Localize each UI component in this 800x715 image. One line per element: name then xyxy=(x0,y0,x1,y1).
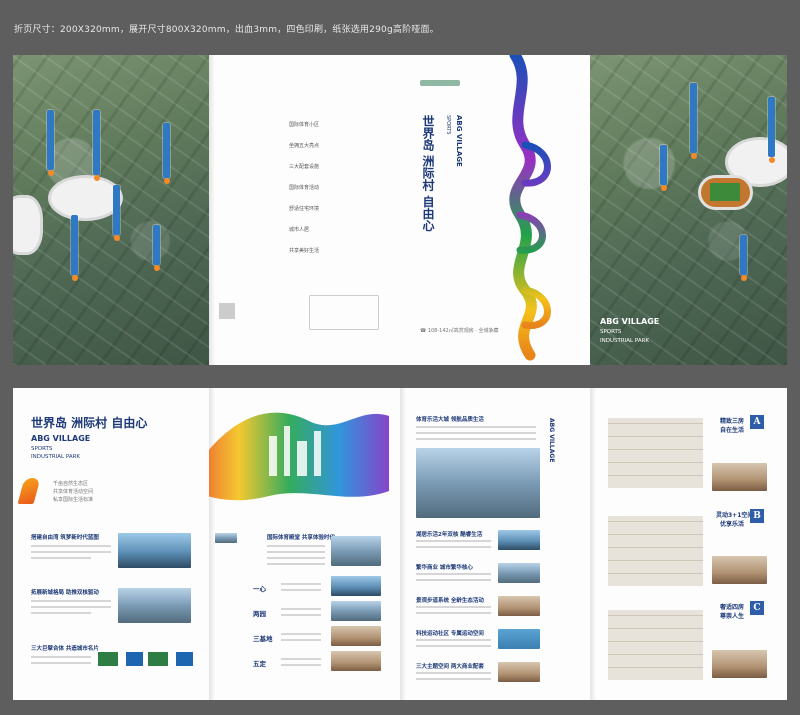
photo-residences xyxy=(416,448,540,518)
location-map-sketch xyxy=(309,295,379,330)
intro-line: 私享国际生活标准 xyxy=(53,497,94,503)
inner-title: 世界岛 洲际村 自由心 xyxy=(31,416,148,430)
mid-row: 两园 xyxy=(253,610,266,618)
photo-row xyxy=(498,563,540,583)
unit-letter: B xyxy=(750,509,764,523)
photo-row xyxy=(331,601,381,621)
splash-art xyxy=(209,412,389,501)
back-cover-brand-sub: SPORTS xyxy=(600,329,622,335)
index-item: 国际体育活动 xyxy=(289,185,320,191)
panel3-brand-vertical: ABG VILLAGE xyxy=(548,418,555,463)
partner-logos xyxy=(98,652,193,666)
right-row-title: 三大主题空间 两大商业配套 xyxy=(416,664,484,670)
index-item: 坐拥五大亮点 xyxy=(289,143,320,149)
right-row-title: 景观步道系统 全龄生态活动 xyxy=(416,598,484,604)
right-row-title: 繁华商业 城市繁华核心 xyxy=(416,565,473,571)
index-item: 共享美好生活 xyxy=(289,248,320,254)
right-row-title: 科技运动社区 专属运动空间 xyxy=(416,631,484,637)
section-title: 三大巨擘合体 共造城市名片 xyxy=(31,646,99,652)
photo-row xyxy=(498,530,540,550)
floor-plan-a xyxy=(608,418,703,488)
back-cover-brand: ABG VILLAGE xyxy=(600,317,660,326)
cover-brand: ABG VILLAGE xyxy=(455,115,463,167)
photo-row xyxy=(331,651,381,671)
ribbon-graphic xyxy=(509,55,551,361)
inside-panel-1: 世界岛 洲际村 自由心 ABG VILLAGE SPORTS INDUSTRIA… xyxy=(13,388,209,700)
index-item: 城市人居 xyxy=(289,227,310,233)
developer-logo xyxy=(420,80,460,86)
runner-figure xyxy=(17,478,41,504)
back-cover-brand-sub2: INDUSTRIAL PARK xyxy=(600,338,650,344)
mid-title: 国际体育殿堂 共享体验时代 xyxy=(267,535,335,541)
cover-title: 世界岛 洲际村 自由心 xyxy=(421,115,435,232)
photo-building xyxy=(331,536,381,566)
cover-aerial-left xyxy=(13,55,209,365)
cover-index-panel: 国际体育小区 坐拥五大亮点 三大配套设施 国际体育活动 舒适住宅环境 城市人居 … xyxy=(209,55,400,365)
index-item: 舒适住宅环境 xyxy=(289,206,320,212)
index-item: 三大配套设施 xyxy=(289,164,320,170)
right-row-title: 湖居乐活2年双核 酷睿生活 xyxy=(416,532,483,538)
cover-brand-sub: SPORTS xyxy=(445,115,451,135)
inside-panel-4: 精致三房 自在生活 A 灵动3+1空间 优享乐活 B 奢适四房 尊崇人生 C xyxy=(590,388,787,700)
photo-row xyxy=(498,596,540,616)
photo-row xyxy=(331,576,381,596)
unit-name: 奢适四房 xyxy=(720,604,745,611)
inner-brand-sub2: INDUSTRIAL PARK xyxy=(31,454,81,460)
front-cover-panel: 世界岛 洲际村 自由心 ABG VILLAGE SPORTS ☎ 108-142… xyxy=(400,55,590,365)
mid-row: 三基地 xyxy=(253,635,273,643)
floor-plan-c xyxy=(608,610,703,680)
mid-row: 五定 xyxy=(253,660,266,668)
sports-field-inner xyxy=(710,183,740,201)
photo-row xyxy=(331,626,381,646)
floor-plan-b xyxy=(608,516,703,586)
right-title: 体育乐活大城 领航品质生活 xyxy=(416,417,484,423)
mid-row: 一心 xyxy=(253,585,266,593)
inside-panel-2: 国际体育殿堂 共享体验时代 一心 两园 三基地 五定 xyxy=(209,388,400,700)
photo-unit xyxy=(712,650,767,678)
unit-desc: 优享乐活 xyxy=(720,521,745,528)
cover-contact: ☎ 108-142㎡高赏观房 · 全城争藏 xyxy=(420,328,499,334)
mini-cover xyxy=(215,533,237,543)
unit-desc: 自在生活 xyxy=(720,427,745,434)
photo-stadium xyxy=(118,588,191,623)
inner-brand: ABG VILLAGE xyxy=(31,434,91,443)
intro-line: 千亩自然生态区 xyxy=(53,481,89,487)
unit-name: 精致三房 xyxy=(720,418,745,425)
unit-letter: C xyxy=(750,601,764,615)
index-item: 国际体育小区 xyxy=(289,122,320,128)
print-spec-note: 折页尺寸：200X320mm，展开尺寸800X320mm，出血3mm，四色印刷，… xyxy=(14,25,439,35)
photo-bay xyxy=(118,533,191,568)
section-title: 拓展新城格局 助推双核驱动 xyxy=(31,590,99,596)
photo-unit xyxy=(712,556,767,584)
inner-brand-sub1: SPORTS xyxy=(31,446,53,452)
section-title: 搭建自由湾 筑梦新时代蓝图 xyxy=(31,535,99,541)
unit-desc: 尊崇人生 xyxy=(720,613,745,620)
photo-unit xyxy=(712,463,767,491)
photo-row xyxy=(498,662,540,682)
photo-row xyxy=(498,629,540,649)
intro-line: 共享体育活动空间 xyxy=(53,489,94,495)
back-cover-aerial: ABG VILLAGE SPORTS INDUSTRIAL PARK xyxy=(590,55,787,365)
unit-name: 灵动3+1空间 xyxy=(716,512,754,519)
qr-code-placeholder xyxy=(219,303,235,319)
inside-panel-3: 体育乐活大城 领航品质生活 ABG VILLAGE 湖居乐活2年双核 酷睿生活 … xyxy=(400,388,590,700)
unit-letter: A xyxy=(750,415,764,429)
